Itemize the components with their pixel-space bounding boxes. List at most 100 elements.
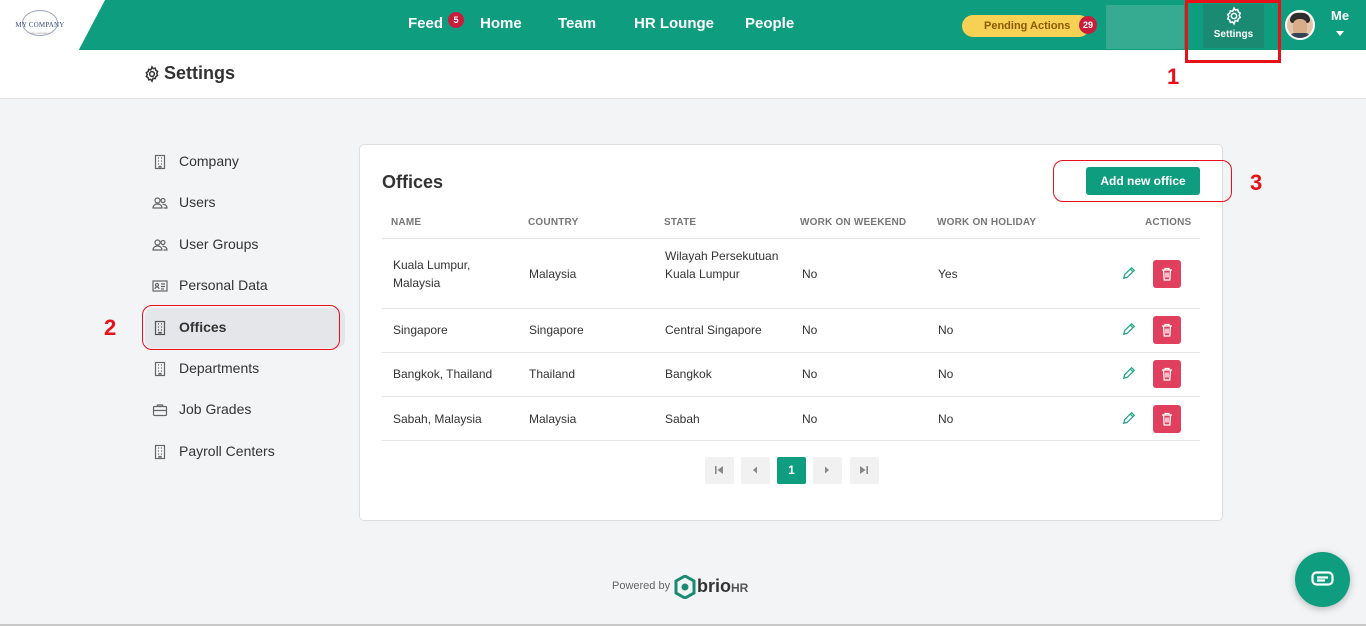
briefcase-icon (152, 404, 168, 417)
office-name: Kuala Lumpur, Malaysia (393, 258, 471, 290)
annotation-number-2: 2 (104, 315, 117, 340)
annotation-number-1: 1 (1167, 64, 1180, 89)
column-header-work-on-weekend: WORK ON WEEKEND (800, 217, 907, 228)
nav-hr-lounge[interactable]: HR Lounge (634, 0, 714, 50)
powered-by-text: Powered by (612, 580, 671, 592)
sidebar-item-label: User Groups (179, 236, 259, 252)
office-work-on-holiday: No (938, 412, 954, 426)
chevron-left-icon (753, 466, 757, 474)
trash-icon (1162, 267, 1172, 281)
pencil-icon[interactable] (1122, 322, 1136, 336)
logo-text: MY COMPANY (15, 21, 65, 29)
delete-button[interactable] (1153, 316, 1181, 344)
users-icon (152, 197, 168, 209)
last-page-icon (860, 466, 868, 474)
office-state: Central Singapore (665, 323, 762, 337)
users-icon (152, 239, 168, 251)
building-icon (154, 154, 166, 170)
offices-title: Offices (382, 172, 444, 192)
trash-icon (1162, 367, 1172, 381)
column-header-name: NAME (391, 217, 422, 228)
avatar[interactable] (1285, 10, 1315, 40)
office-state: Sabah (665, 412, 700, 426)
chat-icon (1311, 571, 1334, 586)
column-header-country: COUNTRY (528, 217, 579, 228)
trash-icon (1162, 412, 1172, 426)
page-title: Settings (164, 63, 236, 83)
annotation-box-add-office (1053, 160, 1232, 202)
page-number-current[interactable]: 1 (777, 457, 806, 484)
logo-area[interactable]: MY COMPANY the company (0, 0, 105, 50)
pencil-icon[interactable] (1122, 266, 1136, 280)
chevron-right-icon (825, 466, 829, 474)
first-page-button[interactable] (705, 457, 734, 484)
building-icon (154, 444, 166, 460)
column-header-actions: ACTIONS (1145, 217, 1192, 228)
pencil-icon[interactable] (1122, 366, 1136, 380)
next-page-button[interactable] (813, 457, 842, 484)
delete-button[interactable] (1153, 405, 1181, 433)
office-name: Bangkok, Thailand (393, 367, 493, 381)
nav-home[interactable]: Home (480, 0, 522, 50)
office-name: Singapore (393, 323, 448, 337)
pending-actions-badge: 29 (1079, 16, 1097, 34)
topbar-placeholder (1106, 5, 1184, 49)
nav-team[interactable]: Team (558, 0, 596, 50)
me-menu-label[interactable]: Me (1331, 8, 1349, 23)
sidebar-item-label: Departments (179, 360, 260, 376)
office-work-on-holiday: No (938, 367, 954, 381)
sidebar-item-label: Payroll Centers (179, 443, 275, 459)
id-card-icon (152, 280, 168, 292)
office-work-on-holiday: Yes (938, 267, 958, 281)
sidebar-item-payroll-centers[interactable]: Payroll Centers (145, 432, 345, 472)
office-name: Sabah, Malaysia (393, 412, 482, 426)
feed-badge: 5 (448, 12, 464, 28)
office-work-on-weekend: No (802, 267, 818, 281)
last-page-button[interactable] (850, 457, 879, 484)
office-work-on-weekend: No (802, 412, 818, 426)
sidebar-item-user-groups[interactable]: User Groups (145, 225, 345, 265)
trash-icon (1162, 323, 1172, 337)
sidebar-item-departments[interactable]: Departments (145, 349, 345, 389)
chat-button[interactable] (1295, 552, 1350, 607)
delete-button[interactable] (1153, 260, 1181, 288)
sidebar-item-label: Personal Data (179, 277, 268, 293)
logo-tagline: the company (31, 31, 49, 35)
office-work-on-holiday: No (938, 323, 954, 337)
prev-page-button[interactable] (741, 457, 770, 484)
brio-brand-suffix: HR (731, 581, 749, 595)
office-state: Wilayah Persekutuan Kuala Lumpur (665, 249, 779, 281)
office-work-on-weekend: No (802, 323, 818, 337)
nav-feed[interactable]: Feed (408, 0, 443, 50)
page-header: Settings (0, 50, 1366, 99)
brio-logo-text: brioHR (697, 576, 748, 597)
sidebar-item-company[interactable]: Company (145, 142, 345, 182)
sidebar-item-label: Job Grades (179, 401, 252, 417)
sidebar-item-personal-data[interactable]: Personal Data (145, 266, 345, 306)
column-header-state: STATE (664, 217, 697, 228)
column-header-work-on-holiday: WORK ON HOLIDAY (937, 217, 1037, 228)
annotation-number-3: 3 (1250, 170, 1263, 195)
sidebar-item-users[interactable]: Users (145, 183, 345, 223)
pencil-icon[interactable] (1122, 411, 1136, 425)
office-country: Singapore (529, 323, 584, 337)
office-country: Malaysia (529, 267, 577, 281)
brio-brand: brio (697, 576, 731, 596)
nav-people[interactable]: People (745, 0, 794, 50)
company-logo: MY COMPANY the company (8, 10, 72, 40)
office-country: Malaysia (529, 412, 577, 426)
gear-icon (145, 65, 159, 83)
pending-actions-button[interactable]: Pending Actions (962, 15, 1090, 37)
office-work-on-weekend: No (802, 367, 818, 381)
sidebar-item-job-grades[interactable]: Job Grades (145, 390, 345, 430)
office-state: Bangkok (665, 367, 712, 381)
sidebar-item-label: Company (179, 153, 239, 169)
office-country: Thailand (529, 367, 576, 381)
annotation-box-settings (1185, 0, 1281, 63)
brio-logo-icon (674, 575, 696, 599)
caret-down-icon[interactable] (1336, 31, 1344, 36)
building-icon (154, 361, 166, 377)
sidebar-item-label: Users (179, 194, 216, 210)
annotation-box-offices (142, 305, 340, 350)
delete-button[interactable] (1153, 360, 1181, 388)
